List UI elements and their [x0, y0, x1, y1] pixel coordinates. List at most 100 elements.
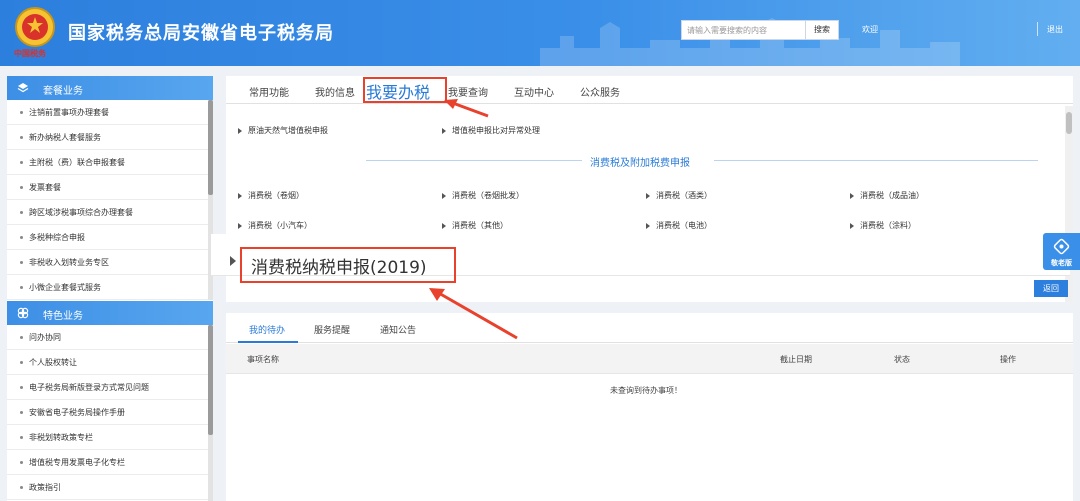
consumption-tax-link[interactable]: 消费税（涂料）: [850, 220, 916, 231]
link-crude-oil-vat[interactable]: 原油天然气增值税申报: [238, 125, 328, 136]
section-divider-left: [366, 160, 582, 161]
sidebar-section-label: 套餐业务: [43, 86, 83, 97]
active-tab-underline: [238, 341, 298, 343]
elderly-mode-label: 敬老版: [1051, 259, 1072, 267]
sidebar-item[interactable]: 主附税（费）联合申报套餐: [7, 150, 213, 175]
scrollbar-thumb[interactable]: [208, 325, 213, 435]
todo-tabs: 我的待办 服务提醒 通知公告: [226, 313, 1073, 343]
emblem-caption: 中国税务: [14, 49, 60, 58]
link-label: 消费税（其他）: [452, 221, 508, 230]
sidebar-item[interactable]: 问办协同: [7, 325, 213, 350]
sidebar-item-label: 个人股权转让: [29, 358, 77, 367]
bullet-arrow-icon: [230, 256, 236, 266]
bullet-arrow-icon: [850, 192, 854, 199]
consumption-tax-link[interactable]: 消费税（其他）: [442, 220, 508, 231]
bullet-dot-icon: [20, 411, 23, 414]
sidebar-item[interactable]: 小微企业套餐式服务: [7, 275, 213, 300]
sidebar-item[interactable]: 多税种综合申报: [7, 225, 213, 250]
bullet-dot-icon: [20, 161, 23, 164]
consumption-tax-link[interactable]: 消费税（成品油）: [850, 190, 924, 201]
consumption-tax-link[interactable]: 消费税（卷烟批发）: [442, 190, 524, 201]
sidebar-item[interactable]: 个人股权转让: [7, 350, 213, 375]
sidebar-item-label: 发票套餐: [29, 183, 61, 192]
bullet-dot-icon: [20, 486, 23, 489]
bullet-arrow-icon: [442, 222, 446, 229]
consumption-tax-link[interactable]: 消费税（小汽车）: [238, 220, 312, 231]
sidebar-item[interactable]: 跨区域涉税事项综合办理套餐: [7, 200, 213, 225]
welcome-text: 欢迎: [862, 25, 878, 34]
sidebar-item-label: 注销前置事项办理套餐: [29, 108, 109, 117]
elderly-mode-button[interactable]: 敬老版: [1043, 233, 1080, 270]
scrollbar-thumb[interactable]: [208, 100, 213, 195]
logout-link[interactable]: 退出: [1047, 24, 1063, 35]
link-vat-anomaly[interactable]: 增值税申报比对异常处理: [442, 125, 540, 136]
bullet-dot-icon: [20, 111, 23, 114]
section-divider-right: [714, 160, 1038, 161]
sidebar-item[interactable]: 注销前置事项办理套餐: [7, 100, 213, 125]
sidebar-item[interactable]: 新办纳税人套餐服务: [7, 125, 213, 150]
sidebar-item[interactable]: 增值税专用发票电子化专栏: [7, 450, 213, 475]
search-button[interactable]: 搜索: [806, 20, 839, 40]
tab-public-service[interactable]: 公众服务: [580, 84, 620, 99]
header-bar: 中国税务 国家税务总局安徽省电子税务局 请输入需要搜索的内容 搜索 欢迎 退出: [0, 0, 1080, 66]
site-title: 国家税务总局安徽省电子税务局: [68, 23, 334, 44]
sidebar-scrollbar[interactable]: [208, 325, 213, 501]
bullet-dot-icon: [20, 186, 23, 189]
consumption-tax-link[interactable]: 消费税（卷烟）: [238, 190, 304, 201]
link-label: 消费税（小汽车）: [248, 221, 312, 230]
link-consumption-tax-2019[interactable]: 消费税纳税申报(2019): [251, 253, 427, 278]
link-label: 消费税（涂料）: [860, 221, 916, 230]
bullet-dot-icon: [20, 136, 23, 139]
tab-query[interactable]: 我要查询: [448, 84, 488, 99]
bullet-arrow-icon: [646, 192, 650, 199]
bullet-dot-icon: [20, 261, 23, 264]
section-title: 消费税及附加税费申报: [590, 158, 690, 169]
sidebar-item-label: 问办协同: [29, 333, 61, 342]
link-label: 消费税（卷烟）: [248, 191, 304, 200]
tab-notices[interactable]: 通知公告: [380, 323, 416, 336]
sidebar-item[interactable]: 非税收入划转业务专区: [7, 250, 213, 275]
sidebar-item-label: 主附税（费）联合申报套餐: [29, 158, 125, 167]
link-label: 原油天然气增值税申报: [248, 126, 328, 135]
link-label: 消费税（酒类）: [656, 191, 712, 200]
consumption-tax-link[interactable]: 消费税（电池）: [646, 220, 712, 231]
bullet-dot-icon: [20, 461, 23, 464]
back-button[interactable]: 返回: [1034, 280, 1068, 297]
bullet-dot-icon: [20, 386, 23, 389]
sidebar-item[interactable]: 政策指引: [7, 475, 213, 500]
tab-tax-handling[interactable]: 我要办税: [366, 79, 430, 103]
search-input[interactable]: 请输入需要搜索的内容: [681, 20, 806, 40]
sidebar-item[interactable]: 安徽省电子税务局操作手册: [7, 400, 213, 425]
bullet-arrow-icon: [442, 127, 446, 134]
consumption-tax-link[interactable]: 消费税（酒类）: [646, 190, 712, 201]
bullet-arrow-icon: [238, 127, 242, 134]
sidebar-item-label: 非税划转政策专栏: [29, 433, 93, 442]
tab-common-functions[interactable]: 常用功能: [249, 84, 289, 99]
bullet-dot-icon: [20, 336, 23, 339]
tab-my-info[interactable]: 我的信息: [315, 84, 355, 99]
bullet-arrow-icon: [238, 192, 242, 199]
col-action: 操作: [1000, 355, 1016, 364]
emblem-caption-text: 中国税务: [14, 49, 46, 58]
empty-message: 未查询到待办事项！: [610, 386, 682, 395]
sidebar-item[interactable]: 发票套餐: [7, 175, 213, 200]
header-divider: [1037, 22, 1038, 36]
sidebar-item[interactable]: 非税划转政策专栏: [7, 425, 213, 450]
col-status: 状态: [894, 355, 910, 364]
bullet-arrow-icon: [850, 222, 854, 229]
sidebar-section-header[interactable]: 特色业务: [7, 301, 213, 325]
col-deadline: 截止日期: [780, 355, 812, 364]
scrollbar-thumb[interactable]: [1066, 112, 1072, 134]
main-tabs: 常用功能 我的信息 我要办税 我要查询 互动中心 公众服务: [226, 76, 1073, 104]
sidebar-item-label: 安徽省电子税务局操作手册: [29, 408, 125, 417]
tab-interaction[interactable]: 互动中心: [514, 84, 554, 99]
tab-my-todo[interactable]: 我的待办: [249, 323, 285, 336]
sidebar-item[interactable]: 电子税务局新版登录方式常见问题: [7, 375, 213, 400]
tab-service-reminder[interactable]: 服务提醒: [314, 323, 350, 336]
bullet-arrow-icon: [442, 192, 446, 199]
sidebar-section-header[interactable]: 套餐业务: [7, 76, 213, 100]
sidebar: 套餐业务注销前置事项办理套餐新办纳税人套餐服务主附税（费）联合申报套餐 发票套餐跨…: [7, 76, 213, 501]
sidebar-item-label: 小微企业套餐式服务: [29, 283, 101, 292]
sidebar-item-label: 跨区域涉税事项综合办理套餐: [29, 208, 133, 217]
link-label: 消费税（电池）: [656, 221, 712, 230]
